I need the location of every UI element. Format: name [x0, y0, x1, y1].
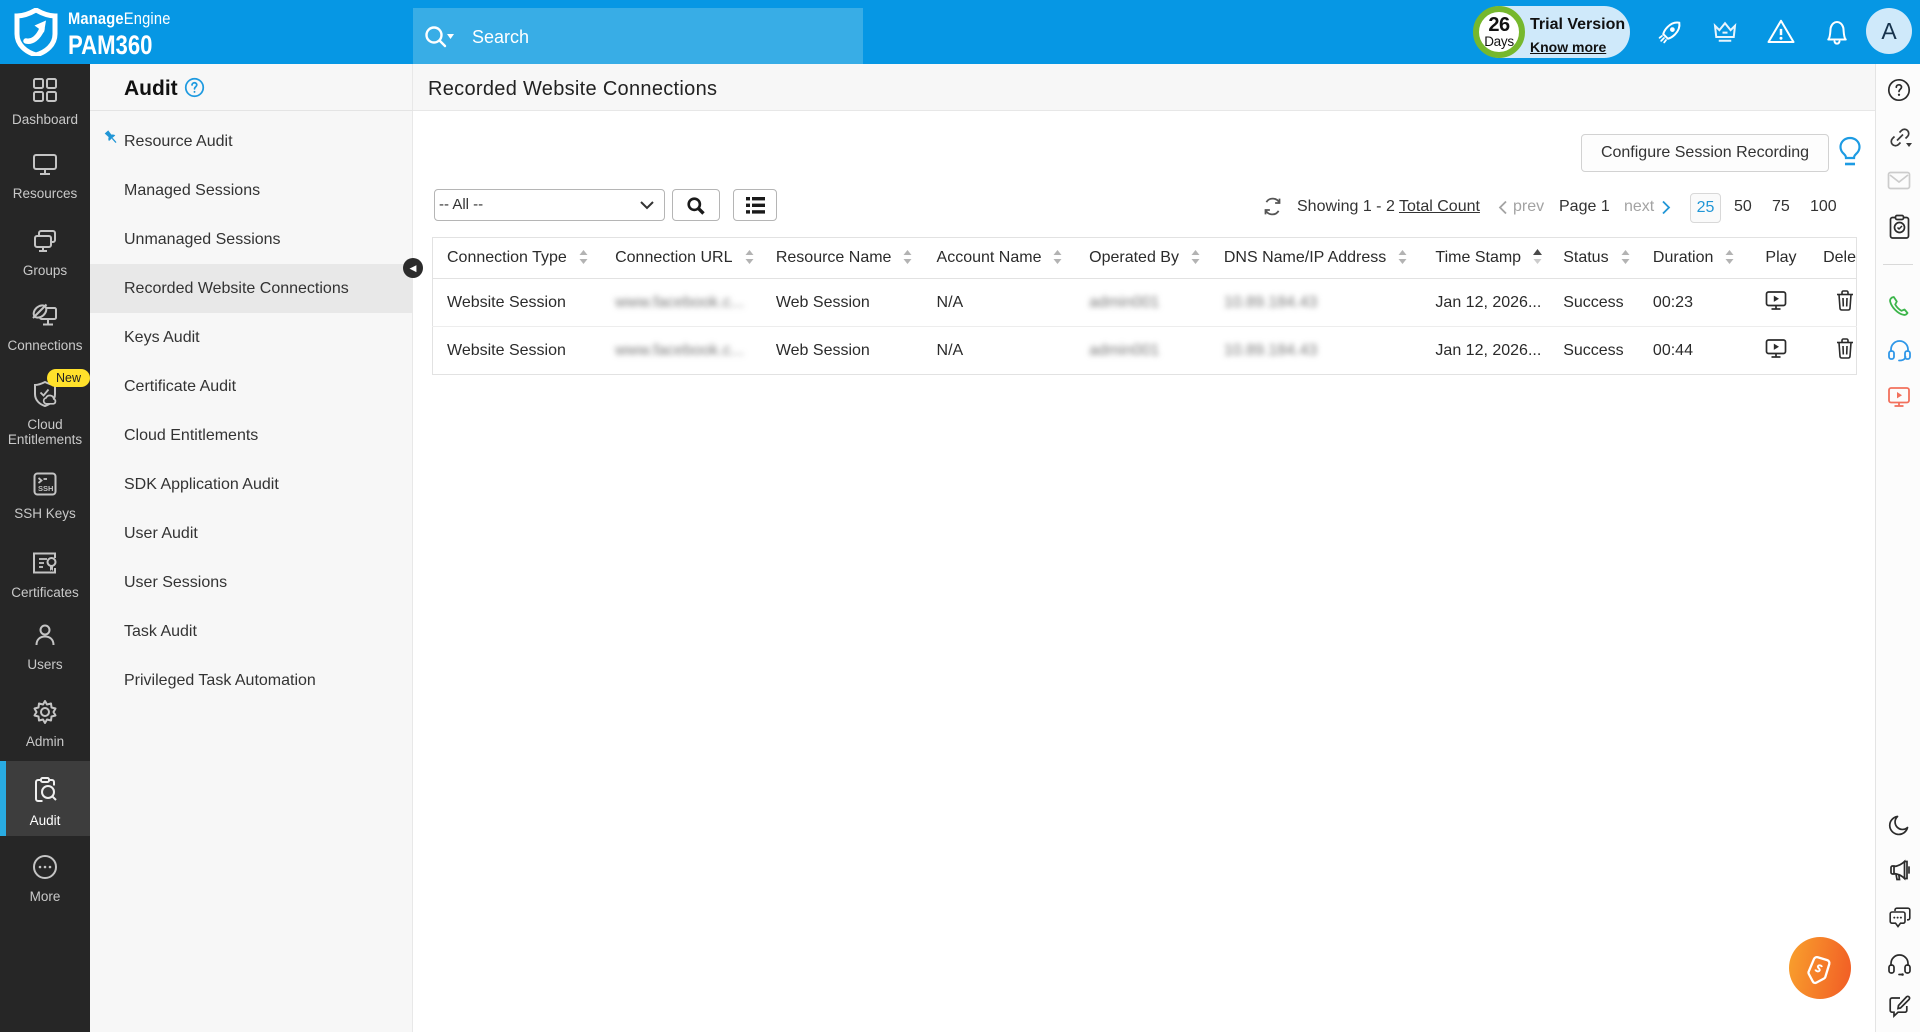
svg-text:SSH: SSH: [38, 484, 53, 493]
